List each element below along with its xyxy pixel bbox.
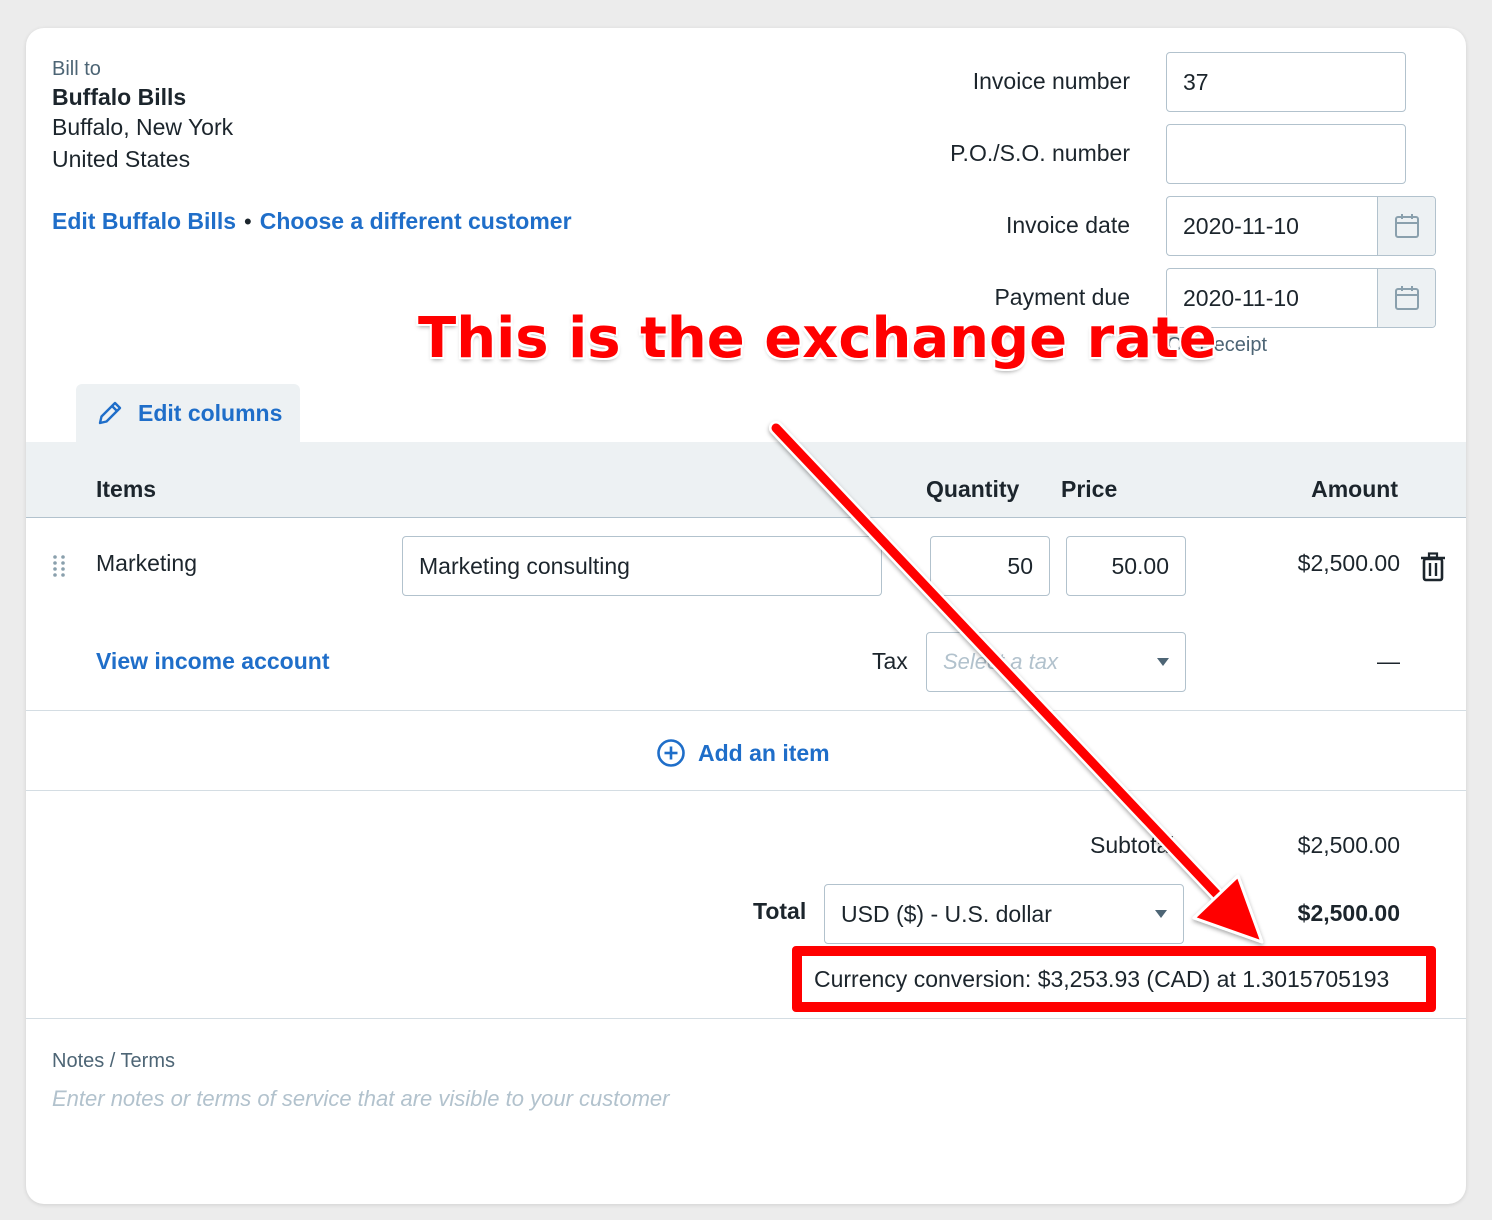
tax-amount: — — [1377, 648, 1400, 674]
add-item-divider — [26, 790, 1466, 791]
delete-item-button[interactable] — [1420, 552, 1446, 587]
row-divider — [26, 710, 1466, 711]
item-description-value: Marketing consulting — [419, 552, 630, 579]
invoice-date-value: 2020-11-10 — [1183, 212, 1299, 239]
calendar-icon — [1394, 214, 1419, 238]
invoice-date-calendar-button[interactable] — [1377, 197, 1435, 255]
customer-name: Buffalo Bills — [52, 84, 187, 110]
annotation-title: This is the exchange rate — [418, 306, 1217, 371]
subtotal-label: Subtotal — [1090, 832, 1175, 858]
plus-circle-icon — [657, 739, 685, 767]
total-value: $2,500.00 — [1297, 900, 1400, 926]
notes-textarea[interactable]: Enter notes or terms of service that are… — [52, 1086, 1432, 1166]
currency-conversion-text: Currency conversion: $3,253.93 (CAD) at … — [814, 965, 1390, 992]
totals-divider — [26, 1018, 1466, 1019]
payment-due-calendar-button[interactable] — [1377, 269, 1435, 327]
tax-select[interactable]: Select a tax — [926, 632, 1186, 692]
edit-customer-link[interactable]: Edit Buffalo Bills — [52, 208, 236, 235]
pencil-icon — [98, 401, 122, 425]
edit-columns-label: Edit columns — [138, 399, 283, 426]
invoice-card: Bill to Buffalo Bills Buffalo, New York … — [26, 28, 1466, 1204]
view-income-account-link[interactable]: View income account — [96, 648, 329, 675]
trash-icon — [1421, 552, 1445, 582]
po-number-input[interactable] — [1166, 124, 1406, 184]
total-label: Total — [753, 898, 807, 924]
chevron-down-icon — [1157, 658, 1169, 666]
choose-customer-link[interactable]: Choose a different customer — [260, 208, 572, 235]
add-item-button[interactable]: Add an item — [656, 738, 830, 768]
currency-select[interactable]: USD ($) - U.S. dollar — [824, 884, 1184, 944]
quantity-input[interactable]: 50 — [930, 536, 1050, 596]
calendar-icon — [1394, 286, 1419, 310]
items-table-header: Items Quantity Price Amount — [26, 442, 1466, 518]
price-input[interactable]: 50.00 — [1066, 536, 1186, 596]
header-price: Price — [1061, 476, 1118, 502]
notes-label: Notes / Terms — [52, 1050, 175, 1072]
invoice-date-input[interactable]: 2020-11-10 — [1166, 196, 1436, 256]
tax-label: Tax — [872, 648, 908, 674]
customer-address-line2: United States — [52, 146, 191, 172]
invoice-date-label: Invoice date — [1005, 212, 1130, 238]
header-amount: Amount — [1311, 476, 1398, 502]
item-name: Marketing — [96, 550, 197, 576]
edit-columns-button[interactable]: Edit columns — [76, 384, 300, 442]
chevron-down-icon — [1155, 910, 1167, 918]
tax-select-placeholder: Select a tax — [943, 649, 1058, 674]
item-amount: $2,500.00 — [1297, 550, 1400, 576]
customer-address-line1: Buffalo, New York — [52, 114, 234, 140]
currency-select-value: USD ($) - U.S. dollar — [841, 900, 1052, 927]
bill-to-label: Bill to — [52, 58, 101, 80]
header-quantity: Quantity — [926, 476, 1020, 502]
invoice-number-value: 37 — [1183, 68, 1209, 95]
po-number-label: P.O./S.O. number — [950, 140, 1130, 166]
add-item-label: Add an item — [698, 739, 830, 766]
link-separator: • — [244, 208, 252, 234]
quantity-value: 50 — [1007, 552, 1033, 579]
customer-links: Edit Buffalo Bills • Choose a different … — [52, 208, 572, 235]
price-value: 50.00 — [1111, 552, 1169, 579]
invoice-number-input[interactable]: 37 — [1166, 52, 1406, 112]
item-description-input[interactable]: Marketing consulting — [402, 536, 882, 596]
header-items: Items — [96, 476, 157, 502]
currency-conversion-highlight: Currency conversion: $3,253.93 (CAD) at … — [792, 946, 1436, 1012]
drag-handle-icon — [53, 555, 65, 577]
drag-handle[interactable] — [52, 554, 66, 583]
invoice-number-label: Invoice number — [972, 68, 1130, 94]
subtotal-value: $2,500.00 — [1297, 832, 1400, 858]
